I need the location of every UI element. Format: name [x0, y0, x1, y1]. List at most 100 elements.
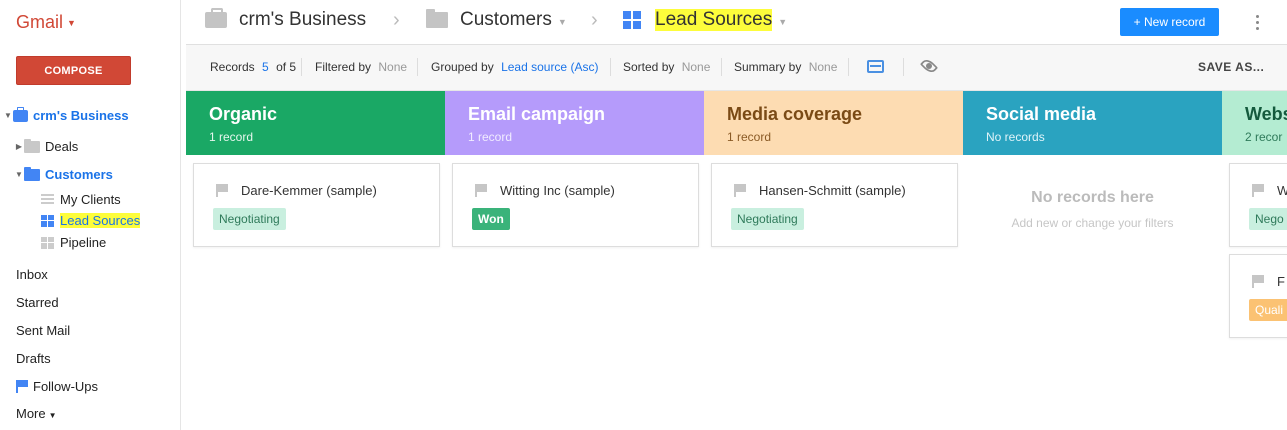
status-badge: Negotiating — [731, 208, 804, 230]
card-title: Hansen-Schmitt (sample) — [734, 183, 906, 198]
column-count: No records — [986, 130, 1045, 144]
group-label: Grouped by — [431, 60, 494, 74]
board-column-media-coverage: Media coverage 1 record Hansen-Schmitt (… — [704, 91, 963, 430]
tree-item-business[interactable]: ▼ crm's Business — [3, 106, 129, 123]
divider — [301, 58, 302, 76]
column-title: Organic — [209, 104, 278, 124]
kanban-board: Organic 1 record Dare-Kemmer (sample) Ne… — [186, 91, 1287, 430]
card-title-text: Dare-Kemmer (sample) — [241, 183, 377, 198]
column-title: Email campaign — [468, 104, 606, 124]
tree-item-my-clients[interactable]: My Clients — [41, 192, 121, 207]
filter-label: Filtered by — [315, 60, 372, 74]
flag-icon[interactable] — [734, 184, 747, 197]
column-count: 1 record — [209, 130, 254, 144]
breadcrumb-business[interactable]: crm's Business — [205, 8, 367, 31]
nav-sent-mail[interactable]: Sent Mail — [16, 323, 70, 338]
nav-starred[interactable]: Starred — [16, 295, 59, 310]
breadcrumb-label: Lead Sources — [655, 9, 773, 31]
card-layout-icon[interactable] — [867, 60, 884, 73]
filter-value: None — [378, 60, 408, 74]
gmail-logo-text: Gmail — [16, 12, 64, 32]
column-title: Social media — [986, 104, 1097, 124]
records-shown: 5 — [262, 60, 269, 74]
record-card[interactable]: F Quali — [1229, 254, 1287, 338]
flag-icon[interactable] — [475, 184, 488, 197]
column-header[interactable]: Organic 1 record — [186, 91, 445, 155]
column-header[interactable]: Webs 2 recor — [1222, 91, 1287, 155]
summary-control[interactable]: Summary by None — [734, 60, 837, 74]
tree-item-customers[interactable]: ▼ Customers — [14, 166, 113, 182]
board-column-organic: Organic 1 record Dare-Kemmer (sample) Ne… — [186, 91, 445, 430]
divider — [610, 58, 611, 76]
chevron-down-icon: ▼ — [557, 16, 567, 27]
tree-item-label: Pipeline — [60, 235, 107, 250]
nav-inbox[interactable]: Inbox — [16, 267, 48, 282]
divider — [848, 58, 849, 76]
new-record-button[interactable]: + New record — [1120, 8, 1219, 36]
flag-icon[interactable] — [1252, 275, 1265, 288]
tree-item-label: Lead Sources — [60, 213, 141, 228]
column-header[interactable]: Social media No records — [963, 91, 1222, 155]
chevron-down-icon: ▼ — [67, 17, 76, 28]
collapse-arrow-icon[interactable]: ▶ — [14, 142, 24, 151]
group-control[interactable]: Grouped by Lead source (Asc) — [431, 60, 598, 74]
divider — [903, 58, 904, 76]
filter-control[interactable]: Filtered by None — [315, 60, 407, 74]
tree-item-label: Deals — [45, 139, 79, 154]
sort-control[interactable]: Sorted by None — [623, 60, 710, 74]
more-options-icon[interactable] — [1252, 11, 1262, 33]
column-header[interactable]: Media coverage 1 record — [704, 91, 963, 155]
summary-label: Summary by — [734, 60, 802, 74]
card-title: W — [1252, 183, 1287, 198]
nav-drafts[interactable]: Drafts — [16, 351, 51, 366]
card-title: F — [1252, 274, 1285, 289]
group-value: Lead source (Asc) — [501, 60, 599, 74]
status-badge: Quali — [1249, 299, 1287, 321]
summary-value: None — [808, 60, 838, 74]
card-title-text: Witting Inc (sample) — [500, 183, 615, 198]
save-as-button[interactable]: SAVE AS... — [1198, 60, 1264, 74]
record-card[interactable]: Hansen-Schmitt (sample) Negotiating — [711, 163, 958, 247]
record-card[interactable]: Dare-Kemmer (sample) Negotiating — [193, 163, 440, 247]
flag-icon[interactable] — [1252, 184, 1265, 197]
chevron-down-icon: ▼ — [48, 411, 57, 420]
flag-icon[interactable] — [216, 184, 229, 197]
view-toolbar: Records 5 of 5 Filtered by None Grouped … — [186, 45, 1287, 91]
tree-item-deals[interactable]: ▶ Deals — [14, 138, 79, 154]
eye-pupil — [926, 63, 932, 69]
column-count: 1 record — [468, 130, 513, 144]
empty-state-subtitle: Add new or change your filters — [1011, 216, 1174, 230]
expand-arrow-icon[interactable]: ▼ — [3, 111, 13, 120]
board-column-website: Webs 2 recor W Nego F Quali — [1222, 91, 1287, 430]
record-card[interactable]: W Nego — [1229, 163, 1287, 247]
tree-item-label: My Clients — [60, 192, 121, 207]
card-title-text: F — [1277, 274, 1285, 289]
nav-follow-ups[interactable]: Follow-Ups — [16, 379, 98, 394]
header-bar: crm's Business › Customers ▼ › Lead Sour… — [186, 0, 1287, 45]
compose-button[interactable]: COMPOSE — [16, 56, 131, 85]
nav-more[interactable]: More ▼ — [16, 406, 57, 421]
breadcrumb-customers[interactable]: Customers ▼ — [426, 9, 567, 31]
breadcrumb-view[interactable]: Lead Sources ▼ — [623, 9, 787, 31]
briefcase-icon — [205, 8, 227, 28]
expand-arrow-icon[interactable]: ▼ — [14, 170, 24, 179]
status-badge: Nego — [1249, 208, 1287, 230]
tree-item-pipeline[interactable]: Pipeline — [41, 235, 106, 250]
chevron-down-icon: ▼ — [778, 16, 788, 27]
card-title-text: Hansen-Schmitt (sample) — [759, 183, 906, 198]
records-label: Records — [210, 60, 255, 74]
card-title: Dare-Kemmer (sample) — [216, 183, 377, 198]
folder-icon — [24, 166, 40, 181]
status-badge: Won — [472, 208, 510, 230]
record-card[interactable]: Witting Inc (sample) Won — [452, 163, 699, 247]
column-header[interactable]: Email campaign 1 record — [445, 91, 704, 155]
gmail-logo[interactable]: Gmail ▼ — [16, 12, 76, 33]
main-area: crm's Business › Customers ▼ › Lead Sour… — [186, 0, 1287, 430]
breadcrumb-label: crm's Business — [239, 9, 367, 30]
board-view-icon — [623, 11, 641, 29]
records-total: of 5 — [276, 60, 297, 74]
tree-item-lead-sources[interactable]: Lead Sources — [41, 213, 141, 228]
folder-icon — [426, 9, 448, 28]
tree-item-label: crm's Business — [33, 108, 129, 123]
folder-icon — [24, 138, 40, 153]
